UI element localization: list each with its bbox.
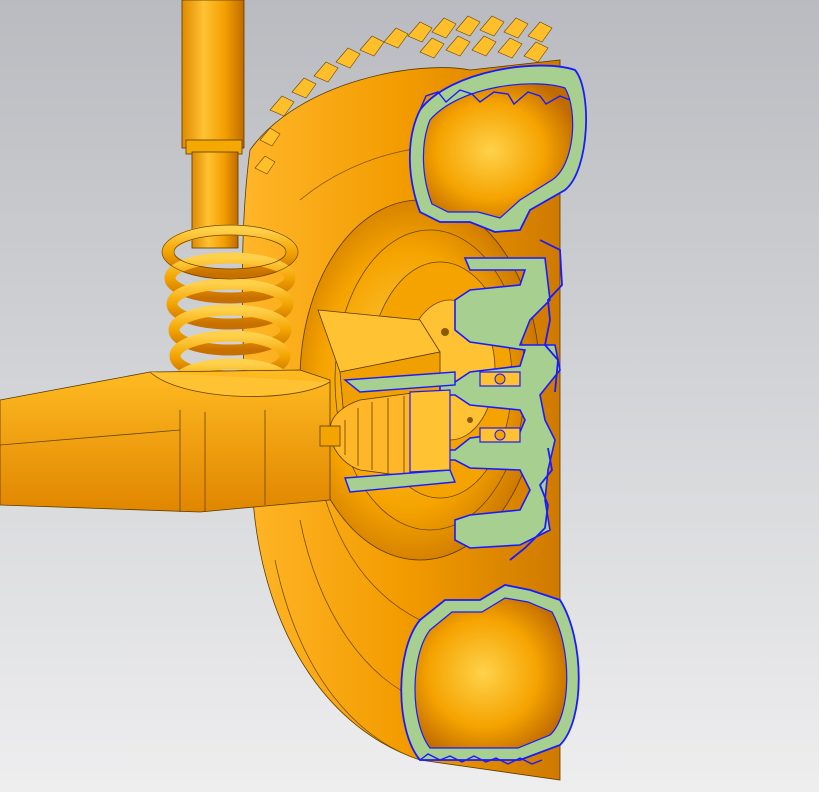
drive-shaft[interactable]	[319, 425, 341, 447]
cad-viewport[interactable]	[0, 0, 819, 792]
suspension-section-view	[0, 0, 819, 792]
control-arm[interactable]	[0, 369, 331, 513]
